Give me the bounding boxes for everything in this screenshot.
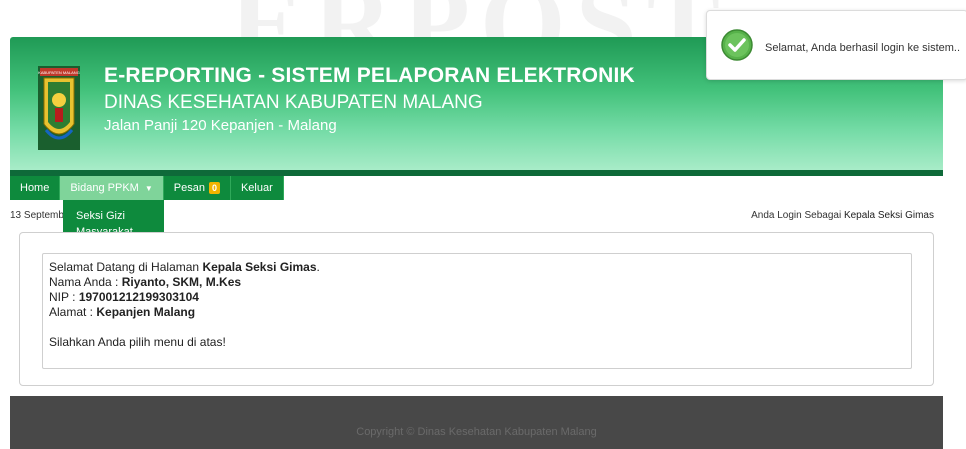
copyright-text: Copyright © Dinas Kesehatan Kabupaten Ma… [356,426,597,438]
nip-label: NIP : [49,290,76,304]
current-date: 13 September [10,210,63,221]
org-address: Jalan Panji 120 Kepanjen - Malang [104,117,337,134]
message-count-badge: 0 [208,182,220,194]
nav-pesan[interactable]: Pesan 0 [164,176,231,200]
nama-label: Nama Anda : [49,275,119,289]
nav-keluar-label: Keluar [240,182,273,194]
nama-value: Riyanto, SKM, M.Kes [121,275,242,289]
logo-text: KABUPATEN MALANG [38,70,80,75]
nama-line: Nama Anda : Riyanto, SKM, M.Kes [49,275,905,290]
caret-down-icon: ▼ [144,184,153,193]
login-status: Anda Login Sebagai Kepala Seksi Gimas [751,210,934,221]
toast-message: Selamat, Anda berhasil login ke sistem.. [765,42,961,54]
welcome-suffix: . [316,260,320,274]
nav-pesan-label: Pesan [173,182,205,194]
footer: Copyright © Dinas Kesehatan Kabupaten Ma… [10,396,943,449]
kabupaten-logo-icon: KABUPATEN MALANG [38,66,80,150]
nav-home[interactable]: Home [10,176,61,200]
alamat-line: Alamat : Kepanjen Malang [49,305,905,320]
org-name: DINAS KESEHATAN KABUPATEN MALANG [104,92,483,113]
login-role: Kepala Seksi Gimas [843,210,934,221]
app-title: E-REPORTING - SISTEM PELAPORAN ELEKTRONI… [104,64,635,87]
nav-bidang-label: Bidang PPKM [70,182,139,194]
alamat-label: Alamat : [49,305,94,319]
nip-line: NIP : 197001212199303104 [49,290,905,305]
check-circle-icon [721,29,753,61]
dropdown-item-seksi-gizi[interactable]: Seksi Gizi [63,208,164,224]
welcome-prefix: Selamat Datang di Halaman [49,260,200,274]
nav-bidang-ppkm[interactable]: Bidang PPKM ▼ [60,176,164,200]
welcome-box: Selamat Datang di Halaman Kepala Seksi G… [42,253,912,369]
alamat-value: Kepanjen Malang [96,305,196,319]
nav-keluar[interactable]: Keluar [231,176,284,200]
login-prefix: Anda Login Sebagai [751,210,842,221]
instruction-text: Silahkan Anda pilih menu di atas! [49,335,226,349]
welcome-role: Kepala Seksi Gimas [202,260,317,274]
nip-value: 197001212199303104 [78,290,199,304]
welcome-line: Selamat Datang di Halaman Kepala Seksi G… [49,260,905,275]
nav-home-label: Home [20,182,50,194]
main-nav: Home Bidang PPKM ▼ Pesan 0 Keluar [10,176,284,200]
login-success-toast: Selamat, Anda berhasil login ke sistem.. [706,10,966,80]
